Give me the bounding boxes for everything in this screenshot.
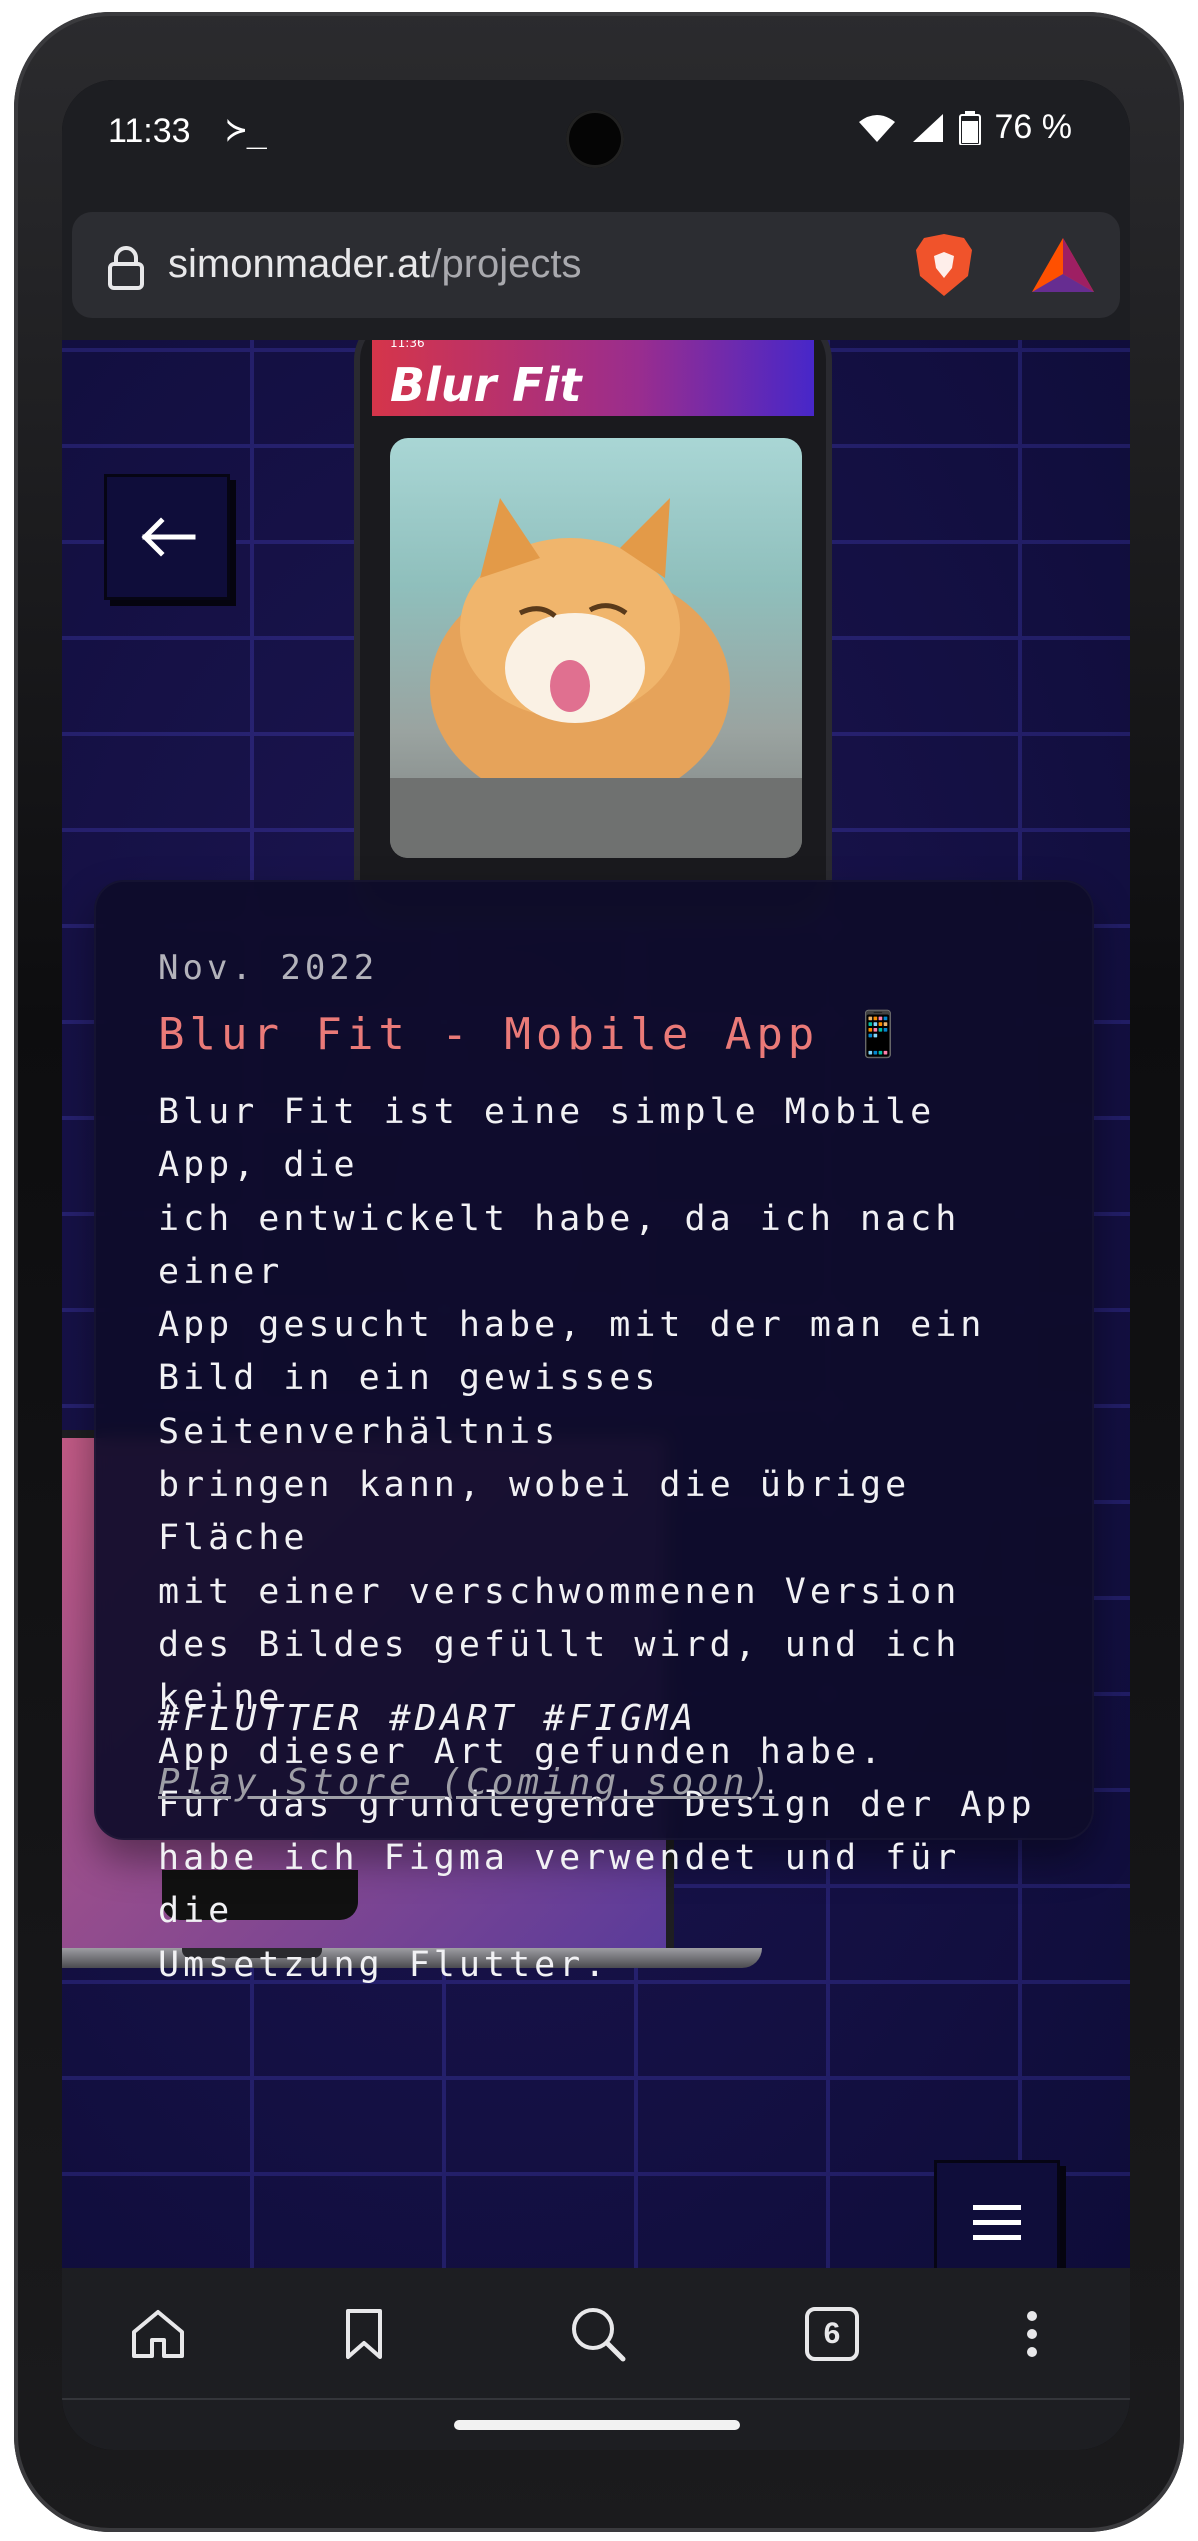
cat-photo [390, 438, 802, 858]
mockup-app-title: Blur Fit [390, 358, 582, 412]
url-text[interactable]: simonmader.at/projects [168, 242, 582, 287]
home-gesture-pill[interactable] [454, 2420, 740, 2430]
brave-shields-icon[interactable] [914, 232, 974, 298]
mockup-status-time: 11:36 [390, 340, 425, 350]
status-time: 11:33 [108, 112, 191, 150]
project-date: Nov. 2022 [158, 948, 379, 988]
search-icon [572, 2308, 626, 2362]
phone-screen: 11:33 ≻_ 76 % simonmader.at/projects 11:… [62, 80, 1130, 2450]
terminal-icon: ≻_ [226, 110, 267, 150]
signal-icon [912, 113, 943, 142]
home-icon [132, 2310, 184, 2358]
tab-count: 6 [823, 2317, 841, 2350]
wifi-icon [858, 114, 895, 142]
menu-button[interactable] [934, 2160, 1060, 2268]
url-path: /projects [430, 242, 582, 286]
app-mockup-phone: 11:36 Blur Fit [360, 340, 826, 920]
back-button[interactable] [104, 474, 230, 600]
project-card: Nov. 2022 Blur Fit - Mobile App 📱 Blur F… [94, 880, 1094, 1985]
battery-percent: 76 % [994, 108, 1073, 146]
mockup-app-header: 11:36 Blur Fit [372, 340, 814, 416]
status-right-icons: 76 % [857, 108, 1073, 147]
cat-illustration [390, 498, 802, 858]
page-content: 11:36 Blur Fit Nov. 2022 Blur Fit - Mobi… [62, 340, 1130, 2268]
gesture-bar [62, 2400, 1130, 2450]
address-bar[interactable]: simonmader.at/projects [72, 212, 1120, 318]
search-button[interactable] [566, 2302, 630, 2366]
hamburger-menu-icon [973, 2205, 1021, 2240]
lock-icon [108, 246, 144, 290]
project-title: Blur Fit - Mobile App 📱 [158, 1009, 911, 1060]
bookmark-icon [346, 2309, 382, 2359]
front-camera [566, 110, 624, 168]
more-menu-button[interactable] [1000, 2302, 1064, 2366]
status-bar: 11:33 ≻_ 76 % [62, 80, 1130, 192]
url-host: simonmader.at [168, 242, 431, 286]
project-tags: #FLUTTER #DART #FIGMA [158, 1698, 698, 1739]
brave-rewards-icon[interactable] [1030, 236, 1096, 294]
play-store-link[interactable]: Play Store (Coming soon) [158, 1762, 774, 1803]
more-vert-icon [1027, 2311, 1037, 2357]
battery-icon [958, 110, 981, 145]
arrow-left-icon [141, 517, 196, 557]
browser-bottom-nav: 6 [62, 2268, 1130, 2400]
bookmark-button[interactable] [332, 2302, 396, 2366]
home-button[interactable] [126, 2302, 190, 2366]
tabs-button[interactable]: 6 [800, 2302, 864, 2366]
project-description: Blur Fit ist eine simple Mobile App, die… [158, 1092, 1036, 1985]
browser-toolbar: simonmader.at/projects [62, 192, 1130, 340]
